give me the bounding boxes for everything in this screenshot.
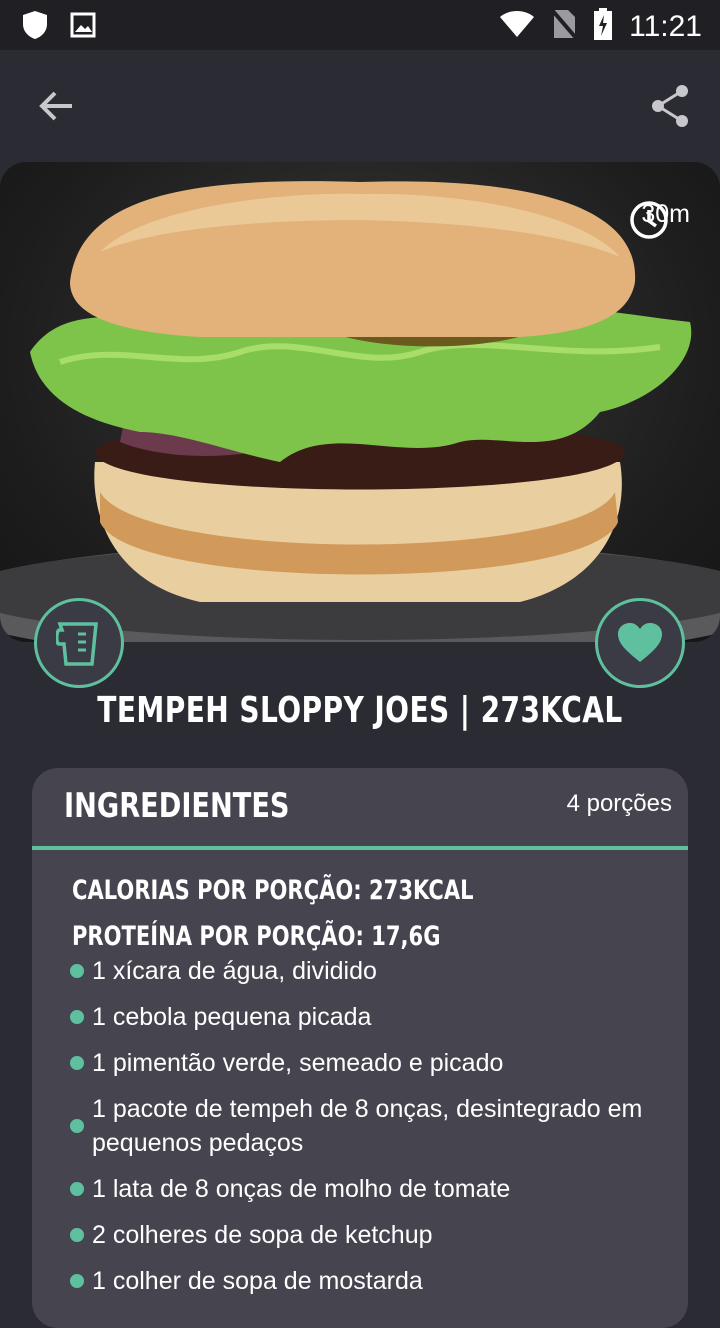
ingredient-item: 1 xícara de água, dividido <box>70 954 670 988</box>
ingredient-item: 1 cebola pequena picada <box>70 1000 670 1034</box>
measuring-cup-icon <box>56 618 102 668</box>
ingredients-title: INGREDIENTES <box>64 786 290 826</box>
bullet-dot <box>70 964 84 978</box>
recipe-title: TEMPEH SLOPPY JOES | 273KCAL <box>97 690 623 731</box>
share-button[interactable] <box>644 82 696 134</box>
battery-icon <box>593 8 613 45</box>
ingredient-item: 2 colheres de sopa de ketchup <box>70 1218 670 1252</box>
ingredient-item: 1 pimentão verde, semeado e picado <box>70 1046 670 1080</box>
shield-icon <box>22 10 48 45</box>
image-icon <box>70 12 96 43</box>
bullet-dot <box>70 1010 84 1024</box>
status-bar: 11:21 <box>0 0 720 50</box>
ingredients-card: INGREDIENTES 4 porções CALORIAS POR PORÇ… <box>32 768 688 1328</box>
servings-label: 4 porções <box>566 790 672 817</box>
heart-icon <box>617 622 663 664</box>
no-sim-icon <box>550 8 578 44</box>
cook-time-badge: 30m <box>629 200 690 239</box>
share-icon <box>650 84 690 133</box>
wifi-icon <box>499 10 535 43</box>
bullet-dot <box>70 1056 84 1070</box>
bullet-dot <box>70 1182 84 1196</box>
ingredients-header: INGREDIENTES 4 porções <box>32 768 688 850</box>
back-button[interactable] <box>30 82 82 134</box>
bullet-dot <box>70 1274 84 1288</box>
measurements-button[interactable] <box>34 598 124 688</box>
ingredient-list: 1 xícara de água, dividido 1 cebola pequ… <box>70 954 670 1310</box>
back-arrow-icon <box>38 90 74 127</box>
favorite-button[interactable] <box>595 598 685 688</box>
app-bar <box>0 50 720 160</box>
ingredient-item: 1 colher de sopa de mostarda <box>70 1264 670 1298</box>
recipe-photo: 30m <box>0 162 720 642</box>
nutrition-info: CALORIAS POR PORÇÃO: 273KCAL PROTEÍNA PO… <box>72 868 587 960</box>
bullet-dot <box>70 1228 84 1242</box>
status-time: 11:21 <box>629 9 702 43</box>
ingredient-item: 1 lata de 8 onças de molho de tomate <box>70 1172 670 1206</box>
bullet-dot <box>70 1119 84 1133</box>
calories-per-serving: CALORIAS POR PORÇÃO: 273KCAL <box>72 875 474 906</box>
ingredient-item: 1 pacote de tempeh de 8 onças, desintegr… <box>70 1092 670 1160</box>
